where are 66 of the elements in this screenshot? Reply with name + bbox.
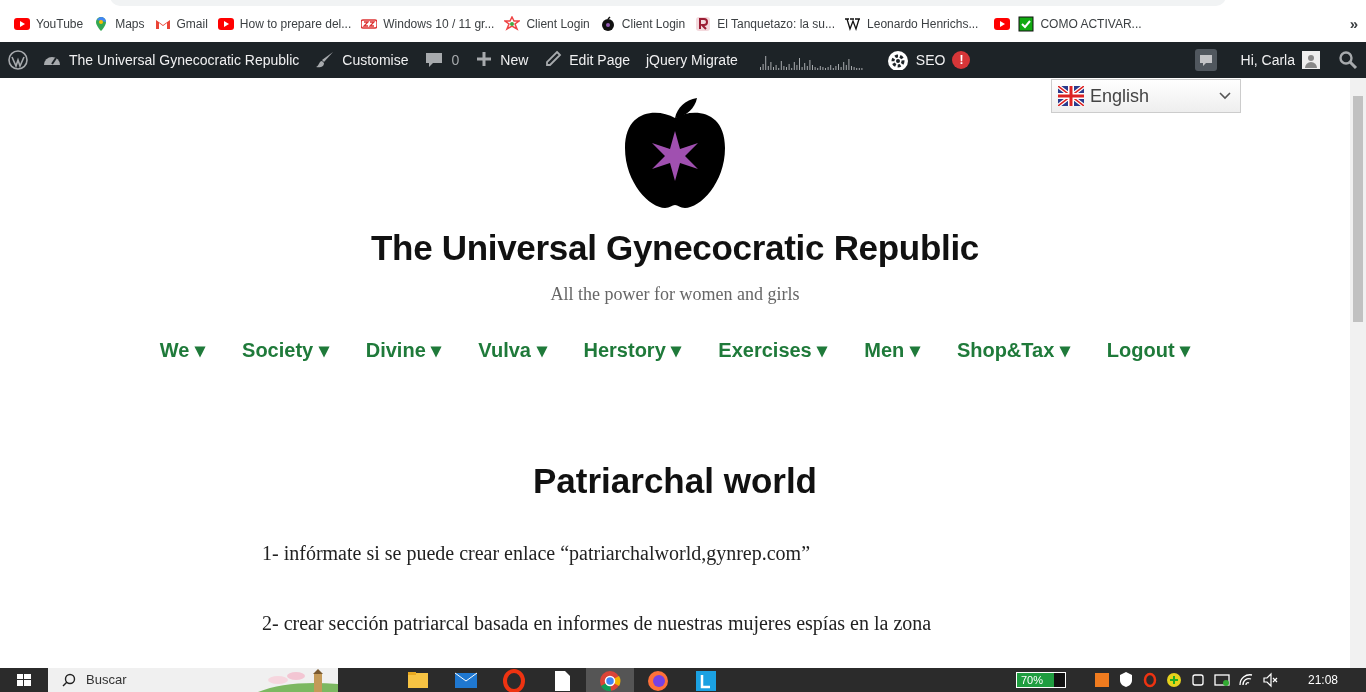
scroll-thumb[interactable]	[1353, 96, 1363, 322]
bookmark[interactable]: Leonardo Henrichs...	[843, 15, 987, 33]
wordpress-icon[interactable]	[8, 50, 28, 70]
star-icon	[504, 16, 521, 32]
search-icon[interactable]	[1338, 50, 1358, 70]
paragraph: 2- crear sección patriarcal basada en informes de nuestras mujeres espías en la zona	[262, 611, 933, 637]
site-tagline: All the power for women and girls	[550, 282, 800, 306]
admin-bar-link[interactable]: 0	[416, 49, 468, 71]
menu-link[interactable]: We ▾	[159, 334, 206, 365]
admin-bar-link[interactable]: SEO !	[878, 49, 979, 71]
search-field[interactable]: Buscar	[48, 668, 338, 692]
bookmark[interactable]: Maps	[91, 15, 153, 33]
gear-icon	[886, 50, 909, 70]
search-icon	[62, 673, 76, 687]
menu-link[interactable]: Divine ▾	[365, 334, 442, 365]
chevron-down-icon	[1218, 91, 1232, 101]
admin-bar-link[interactable]: New	[467, 49, 537, 71]
menu-link[interactable]: Exercises ▾	[718, 334, 828, 365]
checkbox-icon	[1018, 16, 1035, 32]
more-bookmarks-button[interactable]: »	[1349, 12, 1358, 36]
comment-icon	[424, 50, 445, 70]
chrome-icon[interactable]	[586, 668, 634, 692]
clock[interactable]: 21:08	[1307, 671, 1338, 689]
bookmark[interactable]: Windows 10 / 11 gr...	[359, 15, 503, 33]
battery-indicator[interactable]: 70%	[1015, 672, 1066, 688]
menu-link[interactable]: Herstory ▾	[583, 334, 682, 365]
alert-badge: !	[952, 51, 971, 69]
wiki-icon	[845, 16, 862, 32]
logo-icon	[361, 16, 378, 32]
bookmark[interactable]: Client Login	[597, 15, 694, 33]
site-title[interactable]: The Universal Gynecocratic Republic	[370, 222, 980, 275]
play-icon	[14, 16, 30, 32]
bookmark[interactable]: How to prepare del...	[215, 15, 360, 33]
admin-bar-link[interactable]: Edit Page	[536, 49, 638, 71]
admin-bar-link[interactable]: jQuery Migrate	[638, 49, 746, 71]
menu-link[interactable]: Society ▾	[242, 334, 329, 365]
flag-icon	[1058, 86, 1084, 106]
bookmark[interactable]: YouTube	[12, 15, 92, 33]
user-menu[interactable]: Hi, Carla	[1232, 49, 1328, 71]
menu-link[interactable]: Men ▾	[864, 334, 920, 365]
menu-link[interactable]: Vulva ▾	[478, 334, 547, 365]
admin-bar-link[interactable]: The Universal Gynecocratic Republic	[34, 49, 308, 71]
logo-icon	[695, 16, 712, 32]
bookmark[interactable]: El Tanquetazo: la su...	[693, 15, 844, 33]
page-title: Patriarchal world	[533, 459, 817, 502]
bookmark[interactable]: COMO ACTIVAR...	[1016, 15, 1150, 33]
language-select[interactable]: English	[1051, 79, 1241, 113]
opera-icon[interactable]	[1141, 671, 1158, 689]
play-icon	[217, 16, 234, 32]
menu-link[interactable]: Logout ▾	[1106, 334, 1191, 365]
display-icon[interactable]	[1213, 671, 1230, 689]
scrollbar[interactable]	[1350, 78, 1366, 668]
shield-icon[interactable]	[1117, 671, 1134, 689]
bookmark[interactable]: Gmail	[152, 15, 216, 33]
play-icon[interactable]	[994, 16, 1011, 32]
menu-link[interactable]: Shop&Tax ▾	[956, 334, 1070, 365]
camera-icon[interactable]	[1189, 671, 1206, 689]
avatar-icon	[1302, 51, 1320, 69]
notification-icon[interactable]	[1194, 49, 1217, 71]
muted-speaker-icon[interactable]	[1261, 671, 1278, 689]
admin-bar-link[interactable]: Customise	[307, 49, 417, 71]
bookmark[interactable]: Client Login	[502, 15, 598, 33]
apple-icon	[599, 16, 616, 32]
plus-icon[interactable]	[1165, 671, 1182, 689]
brush-icon	[315, 50, 336, 70]
paragraph: 1- infórmate si se puede crear enlace “patriarchalworld,gynrep.com”	[262, 541, 812, 567]
